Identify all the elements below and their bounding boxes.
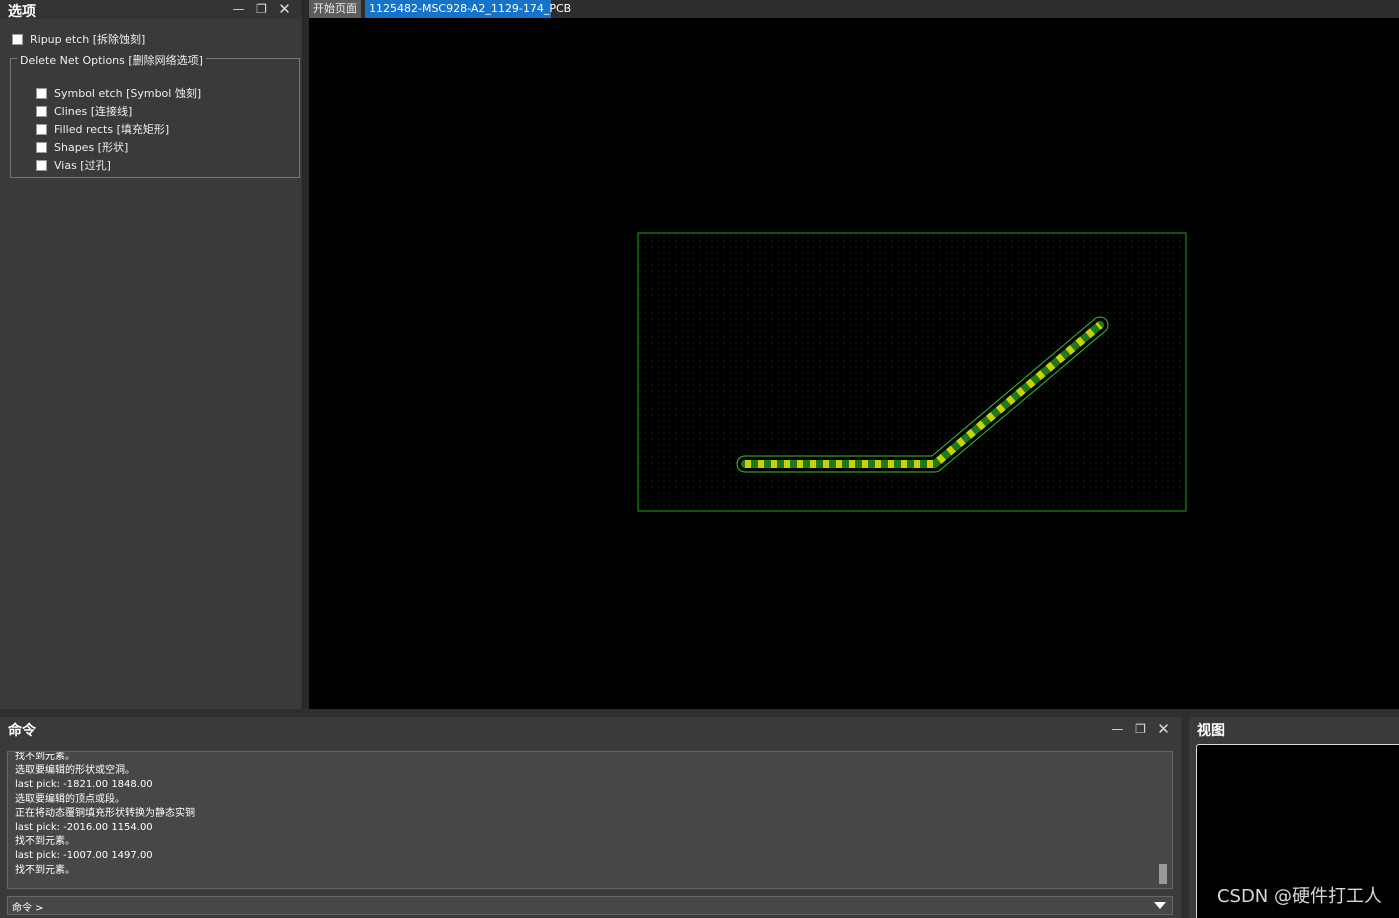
command-window-controls: — ❐ ✕ (1111, 720, 1170, 739)
minimize-icon[interactable]: — (1111, 723, 1124, 736)
vias-checkbox[interactable] (36, 159, 47, 171)
clines-label: Clines [连接线] (54, 105, 133, 118)
ripup-etch-option[interactable]: Ripup etch [拆除蚀刻] (12, 31, 145, 47)
option-symbol-etch[interactable]: Symbol etch [Symbol 蚀刻] (36, 85, 201, 101)
log-line: 选取要编辑的形状或空洞。 (15, 765, 135, 777)
close-icon[interactable]: ✕ (278, 2, 291, 17)
log-line: last pick: -1821.00 1848.00 (15, 779, 153, 791)
log-line: 找不到元素。 (15, 864, 75, 876)
shapes-checkbox[interactable] (36, 141, 47, 153)
bottom-splitter[interactable] (1181, 717, 1189, 918)
log-line: last pick: -1007.00 1497.00 (15, 850, 153, 862)
close-icon[interactable]: ✕ (1157, 722, 1170, 737)
options-panel-titlebar: 选项 — ❐ ✕ (0, 0, 302, 20)
pcb-canvas[interactable] (309, 18, 1399, 709)
option-shapes[interactable]: Shapes [形状] (36, 139, 128, 155)
log-line: 找不到元素。 (15, 836, 75, 848)
restore-icon[interactable]: ❐ (255, 3, 268, 16)
symbol-etch-checkbox[interactable] (36, 87, 47, 99)
tab-start-page[interactable]: 开始页面 (309, 0, 361, 18)
log-line: 正在将动态覆铜填充形状转换为静态实铜 (15, 807, 195, 819)
command-panel-titlebar: 命令 — ❐ ✕ (0, 717, 1181, 741)
delete-net-options-title: Delete Net Options [删除网络选项] (17, 52, 206, 68)
minimize-icon[interactable]: — (232, 3, 245, 16)
ripup-etch-checkbox[interactable] (12, 33, 23, 45)
command-log-scrollbar[interactable] (1159, 864, 1167, 884)
option-clines[interactable]: Clines [连接线] (36, 103, 132, 119)
document-tabbar: 开始页面 1125482-MSC928-A2_1129-174_PCB (309, 0, 1399, 18)
symbol-etch-label: Symbol etch [Symbol 蚀刻] (54, 87, 202, 100)
option-vias[interactable]: Vias [过孔] (36, 157, 111, 173)
command-log[interactable]: 找不到元素。 选取要编辑的形状或空洞。 last pick: -1821.00 … (7, 751, 1173, 889)
view-panel-title: 视图 (1197, 723, 1225, 739)
command-input[interactable]: 命令 > (7, 896, 1173, 915)
pcb-drawing (637, 232, 1187, 512)
command-panel: 命令 — ❐ ✕ 找不到元素。 选取要编辑的形状或空洞。 last pick: … (0, 717, 1181, 918)
filled-rects-label: Filled rects [填充矩形] (54, 123, 170, 136)
options-panel: 选项 — ❐ ✕ Ripup etch [拆除蚀刻] Delete Net Op… (0, 0, 303, 709)
app-root: 选项 — ❐ ✕ Ripup etch [拆除蚀刻] Delete Net Op… (0, 0, 1399, 918)
vias-label: Vias [过孔] (54, 159, 111, 172)
chevron-down-icon[interactable] (1154, 902, 1166, 909)
tab-pcb-design[interactable]: 1125482-MSC928-A2_1129-174_PCB (365, 0, 571, 18)
watermark-text: CSDN @硬件打工人 (1216, 886, 1382, 907)
command-prompt: 命令 > (12, 903, 44, 914)
log-line: last pick: -2016.00 1154.00 (15, 822, 153, 834)
option-filled-rects[interactable]: Filled rects [填充矩形] (36, 121, 169, 137)
log-line: 找不到元素。 (15, 751, 75, 762)
options-window-controls: — ❐ ✕ (232, 0, 291, 19)
log-line: 选取要编辑的顶点或段。 (15, 793, 125, 805)
ripup-etch-label: Ripup etch [拆除蚀刻] (30, 33, 146, 46)
filled-rects-checkbox[interactable] (36, 123, 47, 135)
options-panel-title: 选项 (8, 4, 36, 20)
command-log-lines: 找不到元素。 选取要编辑的形状或空洞。 last pick: -1821.00 … (8, 751, 195, 878)
clines-checkbox[interactable] (36, 105, 47, 117)
horizontal-splitter[interactable] (0, 709, 1399, 717)
restore-icon[interactable]: ❐ (1134, 723, 1147, 736)
shapes-label: Shapes [形状] (54, 141, 129, 154)
command-panel-title: 命令 (8, 723, 36, 739)
